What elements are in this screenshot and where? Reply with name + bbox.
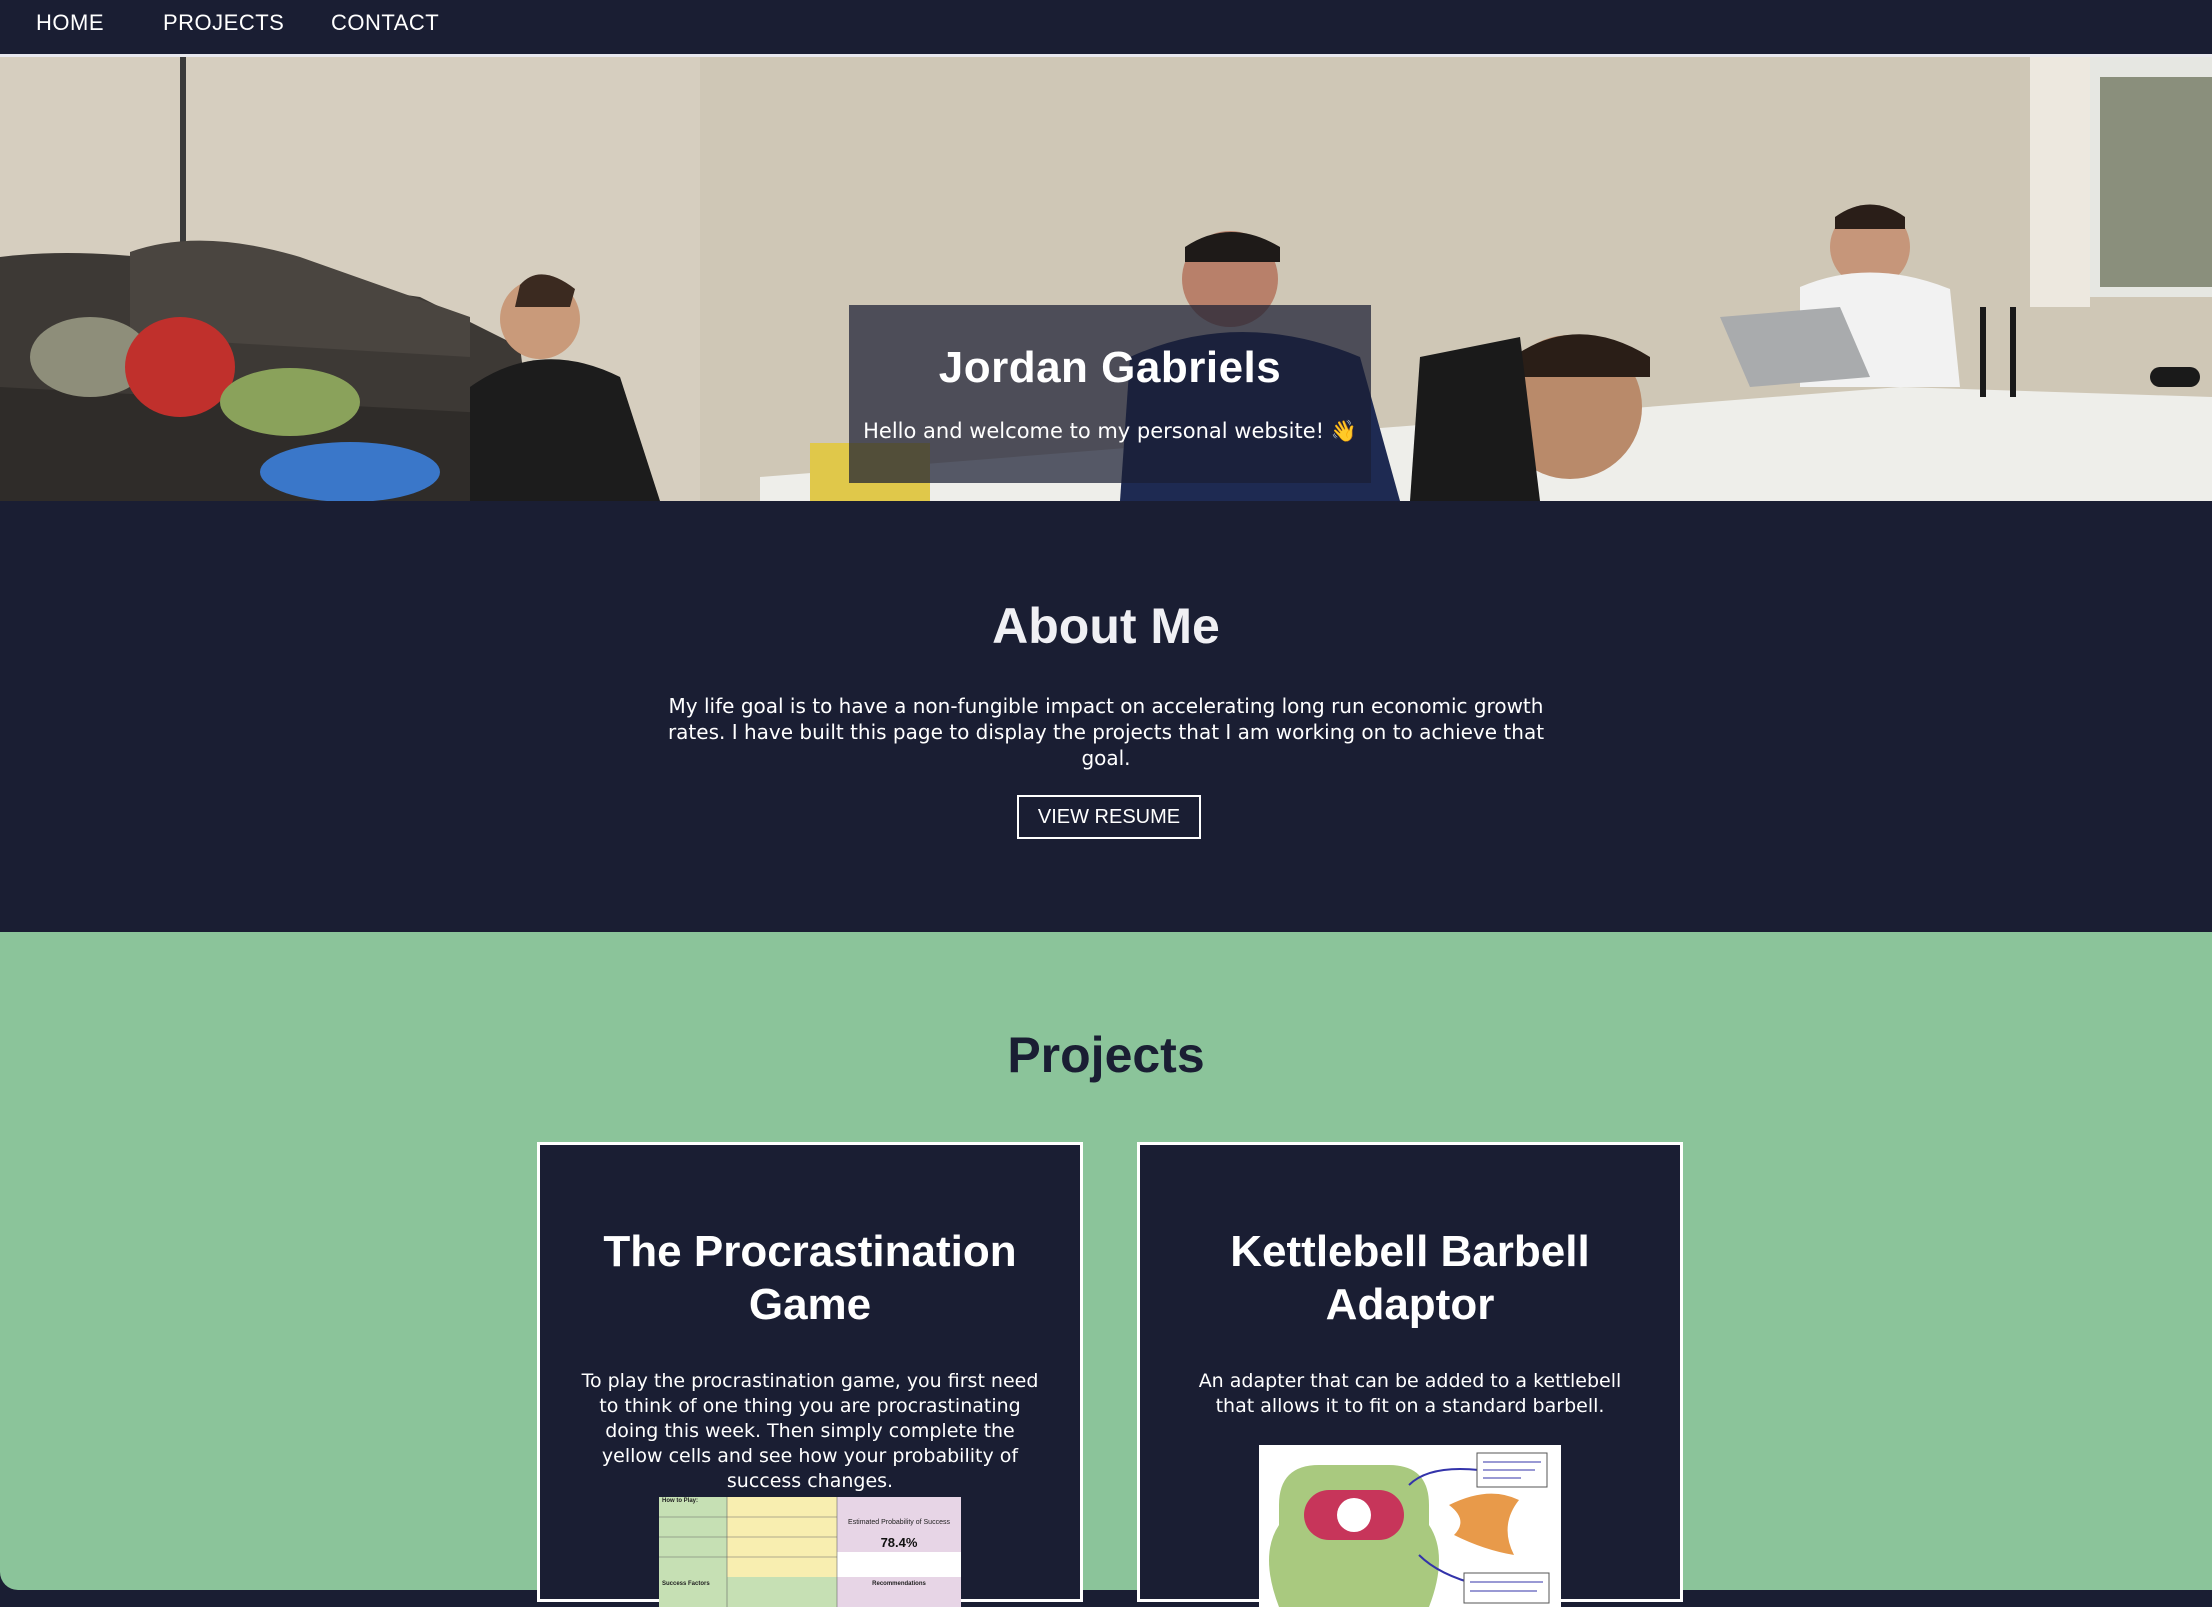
project-card-procrastination[interactable]: The Procrastination Game To play the pro… bbox=[537, 1142, 1083, 1607]
about-section: About Me My life goal is to have a non-f… bbox=[0, 501, 2212, 932]
project-title: Kettlebell Barbell Adaptor bbox=[1230, 1227, 1590, 1329]
spreadsheet-probability-label: Estimated Probability of Success bbox=[848, 1519, 950, 1526]
hero-banner: Jordan Gabriels Hello and welcome to my … bbox=[0, 57, 2212, 501]
project-description: To play the procrastination game, you fi… bbox=[581, 1370, 1039, 1492]
nav-home-link[interactable]: HOME bbox=[36, 10, 104, 36]
nav-contact-link[interactable]: CONTACT bbox=[331, 10, 439, 36]
about-text: My life goal is to have a non-fungible i… bbox=[667, 694, 1545, 770]
spreadsheet-recommendations: Recommendations bbox=[872, 1581, 926, 1587]
site-owner-name: Jordan Gabriels bbox=[938, 343, 1282, 392]
top-nav: HOME PROJECTS CONTACT bbox=[0, 0, 2212, 57]
kettlebell-adaptor-image bbox=[1259, 1445, 1561, 1607]
project-card-kettlebell[interactable]: Kettlebell Barbell Adaptor An adapter th… bbox=[1137, 1142, 1683, 1607]
hero-overlay: Jordan Gabriels Hello and welcome to my … bbox=[849, 305, 1371, 483]
projects-section: Projects The Procrastination Game To pla… bbox=[0, 932, 2212, 1607]
spreadsheet-thumbnail bbox=[659, 1497, 961, 1607]
kettlebell-diagram bbox=[1259, 1445, 1561, 1607]
nav-projects-link[interactable]: PROJECTS bbox=[163, 10, 284, 36]
project-title: The Procrastination Game bbox=[603, 1227, 1017, 1329]
hero-greeting: Hello and welcome to my personal website… bbox=[863, 419, 1357, 443]
spreadsheet-how-to-play: How to Play: bbox=[662, 1498, 699, 1504]
procrastination-game-spreadsheet-image: How to Play: Estimated Probability of Su… bbox=[659, 1497, 961, 1607]
project-description: An adapter that can be added to a kettle… bbox=[1198, 1370, 1622, 1417]
projects-heading: Projects bbox=[1007, 1027, 1205, 1083]
spreadsheet-probability-value: 78.4% bbox=[880, 1535, 918, 1550]
spreadsheet-success-factors: Success Factors bbox=[662, 1581, 710, 1587]
about-heading: About Me bbox=[992, 598, 1220, 654]
view-resume-button[interactable]: VIEW RESUME bbox=[1017, 795, 1201, 839]
